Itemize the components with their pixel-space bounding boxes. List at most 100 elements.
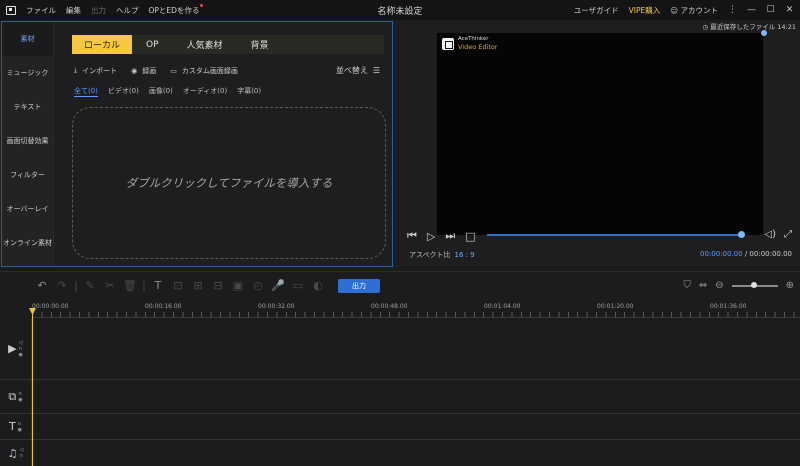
overlay-track[interactable]: ⧉ ∩ ◉ [0, 380, 800, 414]
last-saved-label: 最近保存したファイル 14:21 [710, 23, 796, 31]
tab-background[interactable]: 背景 [237, 35, 283, 54]
app-logo-icon [6, 5, 16, 15]
speed-icon[interactable]: ◴ [248, 279, 268, 292]
filter-audio[interactable]: オーディオ(0) [183, 86, 227, 97]
preview-corner-dot [761, 30, 767, 36]
zoom-slider-knob[interactable] [750, 281, 757, 288]
video-track[interactable]: ▶ ◁ ∩ ◉ [0, 318, 800, 380]
ruler-ticks [32, 312, 800, 317]
more-menu-icon[interactable]: ⋮ [728, 5, 737, 15]
text-tool-icon[interactable]: T [148, 279, 168, 292]
close-button[interactable]: ✕ [785, 5, 794, 15]
eye-icon[interactable]: ◉ [18, 427, 22, 433]
progress-knob[interactable] [738, 231, 745, 238]
sidenav-item-music[interactable]: ミュージック [2, 56, 53, 90]
zoom-out-icon[interactable]: ⊖ [715, 280, 723, 291]
tab-popular[interactable]: 人気素材 [173, 35, 237, 54]
aspect-ratio[interactable]: アスペクト比 16 : 9 [409, 250, 475, 260]
filter-all[interactable]: 全て(0) [74, 86, 98, 97]
import-label: インポート [82, 66, 118, 75]
color-icon[interactable]: ◐ [308, 279, 328, 292]
menu-file[interactable]: ファイル [26, 5, 56, 16]
screen-record-icon[interactable]: ▭ [288, 279, 308, 292]
export-button[interactable]: 出力 [338, 278, 380, 293]
next-frame-icon[interactable]: ⏭ [445, 229, 455, 243]
timeline-tracks: ▶ ◁ ∩ ◉ ⧉ ∩ ◉ T ∩ ◉ ♫ ◁ ∩ [0, 318, 800, 466]
text-track[interactable]: T ∩ ◉ [0, 414, 800, 440]
pen-icon[interactable]: ✎ [80, 279, 100, 292]
lock-icon[interactable]: ∩ [20, 453, 24, 459]
tab-local[interactable]: ローカル [72, 35, 133, 54]
timeline-ruler[interactable]: 00:00:00.00 00:00:16.00 00:00:32.00 00:0… [32, 300, 800, 318]
maximize-button[interactable]: ☐ [766, 5, 775, 15]
record-icon: ◉ [131, 66, 138, 75]
import-dropzone[interactable]: ダブルクリックしてファイルを導入する [72, 107, 386, 259]
sort-button[interactable]: 並べ替え ☰ [336, 65, 380, 76]
sidenav-item-text[interactable]: テキスト [2, 90, 53, 124]
tab-op[interactable]: OP [132, 35, 173, 54]
redo-icon[interactable]: ↷ [52, 279, 72, 292]
timeline-playhead[interactable] [32, 311, 33, 466]
overlay-track-header: ⧉ ∩ ◉ [0, 380, 32, 413]
user-guide-link[interactable]: ユーザガイド [574, 5, 619, 16]
account-label: アカウント [680, 5, 719, 15]
video-track-header: ▶ ◁ ∩ ◉ [0, 318, 32, 379]
vip-purchase-button[interactable]: VIPE購入 [629, 5, 661, 16]
music-track[interactable]: ♫ ◁ ∩ [0, 440, 800, 466]
watermark-brand: AceThinker [458, 36, 489, 42]
last-saved-indicator[interactable]: ◷ 最近保存したファイル 14:21 [702, 21, 796, 31]
shield-icon[interactable]: ⛉ [683, 280, 691, 291]
cut-icon[interactable]: ✂ [100, 279, 120, 292]
fit-icon[interactable]: ⇔ [699, 280, 707, 291]
stop-icon[interactable]: □ [465, 230, 475, 243]
sidenav-item-overlay[interactable]: オーバーレイ [2, 192, 53, 226]
import-icon: ⤓ [74, 66, 78, 74]
minimize-button[interactable]: — [747, 5, 756, 15]
filter-subtitle[interactable]: 字幕(0) [237, 86, 261, 97]
prev-frame-icon[interactable]: ⏮ [407, 229, 417, 243]
clock-icon: ◷ [702, 23, 709, 31]
watermark-logo-icon [442, 37, 454, 50]
media-filter-bar: 全て(0) ビデオ(0) 画像(0) オーディオ(0) 字幕(0) [74, 86, 261, 97]
sidenav-item-online[interactable]: オンライン素材 [2, 226, 53, 260]
menu-export[interactable]: 出力 [91, 5, 106, 16]
fullscreen-icon[interactable]: ⤢ [784, 229, 792, 240]
video-track-icon: ▶ [8, 342, 17, 355]
time-display: 00:00:00.00 / 00:00:00.00 [700, 250, 792, 258]
sidenav-item-transitions[interactable]: 画面切替効果 [2, 124, 53, 158]
library-tabs: ローカル OP 人気素材 背景 [72, 35, 384, 54]
sidenav-item-filters[interactable]: フィルター [2, 158, 53, 192]
filter-image[interactable]: 画像(0) [149, 86, 173, 97]
eye-icon[interactable]: ◉ [19, 352, 23, 358]
zoom-slider[interactable] [731, 281, 778, 288]
crop-icon[interactable]: ⊡ [168, 279, 188, 292]
playback-progress-bar[interactable] [487, 231, 745, 238]
total-time: 00:00:00.00 [749, 250, 792, 258]
ruler-label: 00:01:20.00 [597, 303, 634, 310]
preview-screen[interactable]: AceThinker Video Editor [437, 30, 767, 235]
sidenav-item-media[interactable]: 素材 [2, 22, 53, 56]
menu-op-ed[interactable]: OPとEDを作る [149, 3, 204, 16]
pip-icon[interactable]: ▣ [228, 279, 248, 292]
play-icon[interactable]: ▷ [427, 230, 435, 243]
eye-icon[interactable]: ◉ [18, 397, 22, 403]
sort-icon: ☰ [372, 66, 380, 75]
delete-icon[interactable]: 🗑 [120, 279, 140, 292]
mosaic-icon[interactable]: ⊞ [188, 279, 208, 292]
import-button[interactable]: ⤓ インポート [74, 66, 117, 76]
current-time: 00:00:00.00 [700, 250, 743, 258]
custom-record-button[interactable]: ▭ カスタム画面録画 [170, 66, 238, 76]
microphone-icon[interactable]: 🎤 [268, 279, 288, 292]
split-icon[interactable]: ⊟ [208, 279, 228, 292]
zoom-in-icon[interactable]: ⊕ [786, 280, 794, 291]
record-button[interactable]: ◉ 録画 [131, 66, 156, 76]
menu-edit[interactable]: 編集 [66, 5, 81, 16]
volume-icon[interactable]: ◁) [764, 229, 776, 240]
account-button[interactable]: ☺ アカウント [670, 5, 718, 16]
menu-help[interactable]: ヘルプ [116, 5, 139, 16]
filter-video[interactable]: ビデオ(0) [108, 86, 139, 97]
undo-icon[interactable]: ↶ [32, 279, 52, 292]
text-track-header: T ∩ ◉ [0, 414, 32, 439]
watermark: AceThinker Video Editor [442, 36, 498, 51]
user-icon: ☺ [670, 5, 679, 15]
